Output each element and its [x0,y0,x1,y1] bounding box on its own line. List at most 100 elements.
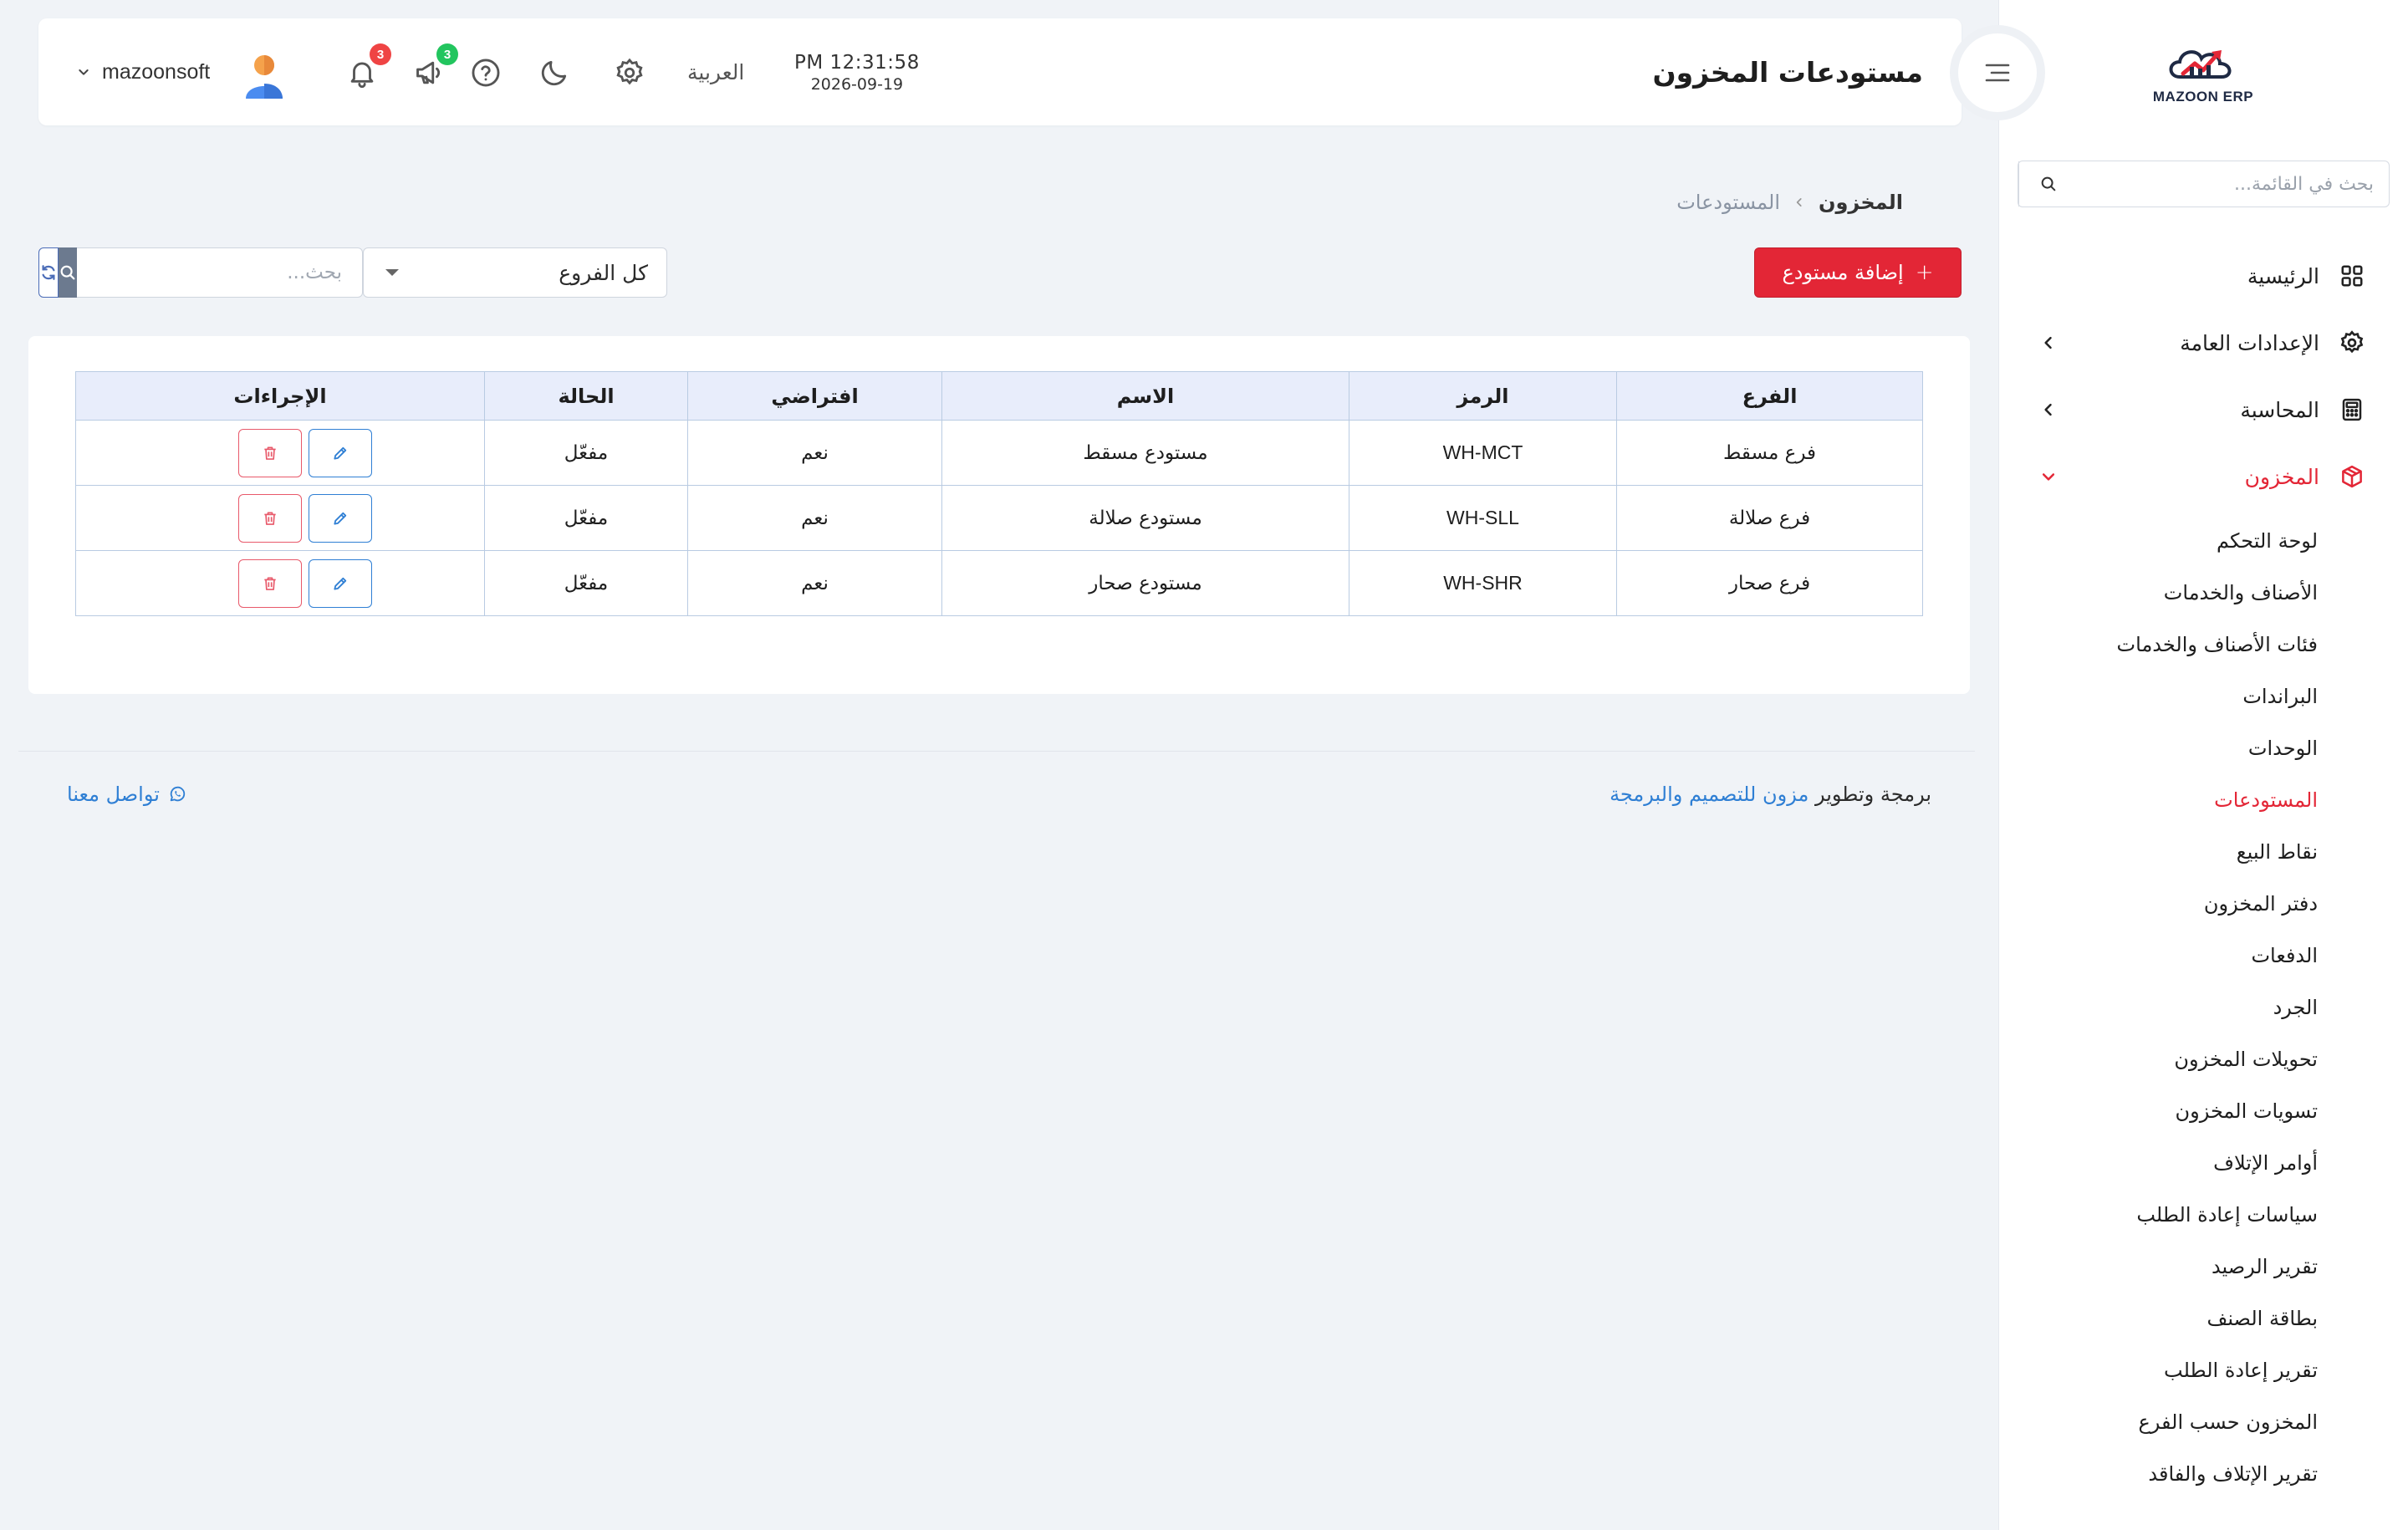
submenu-item-dashboard[interactable]: لوحة التحكم [1998,515,2318,567]
chevron-left-icon [1793,196,1805,208]
add-warehouse-label: إضافة مستودع [1782,261,1904,284]
language-switch[interactable]: العربية [687,18,744,125]
table-row: فرع مسقط WH-MCT مستودع مسقط نعم مفعّل [75,420,1923,486]
branch-filter-value: كل الفروع [559,260,648,285]
column-header-default[interactable]: افتراضي [687,371,942,421]
username: mazoonsoft [102,59,211,84]
column-header-status[interactable]: الحالة [484,371,688,421]
column-header-branch[interactable]: الفرع [1616,371,1923,421]
footer-credit-prefix: برمجة وتطوير [1814,783,1931,806]
sidebar-item-label: الرئيسية [2247,263,2319,288]
chevron-down-icon [2040,468,2057,485]
chevron-down-icon [77,65,90,79]
cell-actions [75,420,485,486]
inventory-submenu: لوحة التحكم الأصناف والخدمات فئات الأصنا… [1998,515,2408,1500]
whatsapp-icon [168,785,186,803]
avatar[interactable] [242,52,286,99]
sidebar-item-label: المحاسبة [2240,397,2319,422]
help-circle-icon [470,57,502,89]
search-icon[interactable] [2018,161,2077,207]
gear-icon [614,57,645,89]
submenu-item-units[interactable]: الوحدات [1998,722,2318,774]
logo-mark [2169,50,2232,79]
sidebar-item-general-settings[interactable]: الإعدادات العامة [1998,309,2408,376]
submenu-item-balance-report[interactable]: تقرير الرصيد [1998,1241,2318,1293]
sidebar-nav: الرئيسية الإعدادات العامة المحاسبة المخز… [1998,242,2408,1500]
submenu-item-transfers[interactable]: تحويلات المخزون [1998,1033,2318,1085]
announcements-button[interactable]: 3 [411,43,458,90]
cell-code: WH-SHR [1349,550,1617,616]
refresh-button[interactable] [38,247,59,298]
cell-default: نعم [687,420,942,486]
cell-code: WH-MCT [1349,420,1617,486]
submenu-item-item-categories[interactable]: فئات الأصناف والخدمات [1998,619,2318,671]
trash-icon [262,444,278,462]
delete-button[interactable] [238,558,302,608]
delete-button[interactable] [238,493,302,543]
submenu-item-items-services[interactable]: الأصناف والخدمات [1998,567,2318,619]
box-icon [2338,462,2366,491]
breadcrumb-root[interactable]: المخزون [1819,191,1903,214]
contact-link[interactable]: تواصل معنا [67,783,186,806]
sidebar-item-label: الإعدادات العامة [2180,330,2319,355]
submenu-item-brands[interactable]: البراندات [1998,671,2318,722]
row-actions [126,493,484,543]
table-row: فرع صحار WH-SHR مستودع صحار نعم مفعّل [75,550,1923,616]
column-header-name[interactable]: الاسم [941,371,1349,421]
help-button[interactable] [468,55,503,90]
top-header: مستودعات المخزون PM 12:31:58 2026-09-19 … [38,18,1962,125]
breadcrumb-current: المستودعات [1676,191,1781,214]
sidebar-item-accounting[interactable]: المحاسبة [1998,376,2408,443]
dark-mode-toggle[interactable] [537,55,572,90]
notifications-button[interactable]: 3 [344,43,391,90]
edit-button[interactable] [309,428,372,477]
cell-branch: فرع صحار [1616,550,1923,616]
pencil-icon [332,445,349,462]
delete-button[interactable] [238,428,302,477]
sidebar-item-home[interactable]: الرئيسية [1998,242,2408,309]
breadcrumb: المخزون المستودعات [1676,191,1903,214]
cell-actions [75,550,485,616]
cell-status: مفعّل [484,420,688,486]
table-search-group [38,247,363,298]
cell-default: نعم [687,550,942,616]
user-menu[interactable]: mazoonsoft [77,18,210,125]
search-icon [59,263,77,282]
app-logo[interactable]: MAZOON ERP [2149,37,2258,109]
sidebar-search-input[interactable] [2077,161,2389,207]
submenu-item-warehouses[interactable]: المستودعات [1998,774,2318,826]
submenu-item-disposal-orders[interactable]: أوامر الإتلاف [1998,1137,2318,1189]
submenu-item-loss-report[interactable]: تقرير الإتلاف والفاقد [1998,1448,2318,1500]
submenu-item-adjustments[interactable]: تسويات المخزون [1998,1085,2318,1137]
column-header-code[interactable]: الرمز [1349,371,1617,421]
submenu-item-stock-by-branch[interactable]: المخزون حسب الفرع [1998,1396,2318,1448]
pencil-icon [332,575,349,592]
add-warehouse-button[interactable]: + إضافة مستودع [1754,247,1962,298]
footer-brand-link[interactable]: مزون للتصميم والبرمجة [1610,783,1809,806]
submenu-item-stock-ledger[interactable]: دفتر المخزون [1998,878,2318,930]
edit-button[interactable] [309,558,372,608]
logo-text: MAZOON ERP [2152,89,2254,105]
cell-name: مستودع صلالة [941,485,1349,551]
search-button[interactable] [59,247,77,298]
submenu-item-reorder-report[interactable]: تقرير إعادة الطلب [1998,1344,2318,1396]
submenu-item-stocktake[interactable]: الجرد [1998,982,2318,1033]
footer-credit: برمجة وتطوير مزون للتصميم والبرمجة [1610,783,1931,806]
settings-button[interactable] [612,55,647,90]
cell-code: WH-SLL [1349,485,1617,551]
cell-name: مستودع مسقط [941,420,1349,486]
table-search-input[interactable] [77,247,363,298]
sidebar-item-inventory[interactable]: المخزون [1998,443,2408,510]
submenu-item-item-card[interactable]: بطاقة الصنف [1998,1293,2318,1344]
edit-button[interactable] [309,493,372,543]
menu-toggle-button[interactable] [1958,33,2037,112]
submenu-item-batches[interactable]: الدفعات [1998,930,2318,982]
cell-status: مفعّل [484,550,688,616]
submenu-item-reorder-policies[interactable]: سياسات إعادة الطلب [1998,1189,2318,1241]
plus-icon: + [1915,260,1934,285]
calculator-icon [2338,395,2366,424]
submenu-item-pos[interactable]: نقاط البيع [1998,826,2318,878]
cell-actions [75,485,485,551]
warehouses-card: الفرع الرمز الاسم افتراضي الحالة الإجراء… [28,336,1970,694]
branch-filter-select[interactable]: كل الفروع [363,247,667,298]
